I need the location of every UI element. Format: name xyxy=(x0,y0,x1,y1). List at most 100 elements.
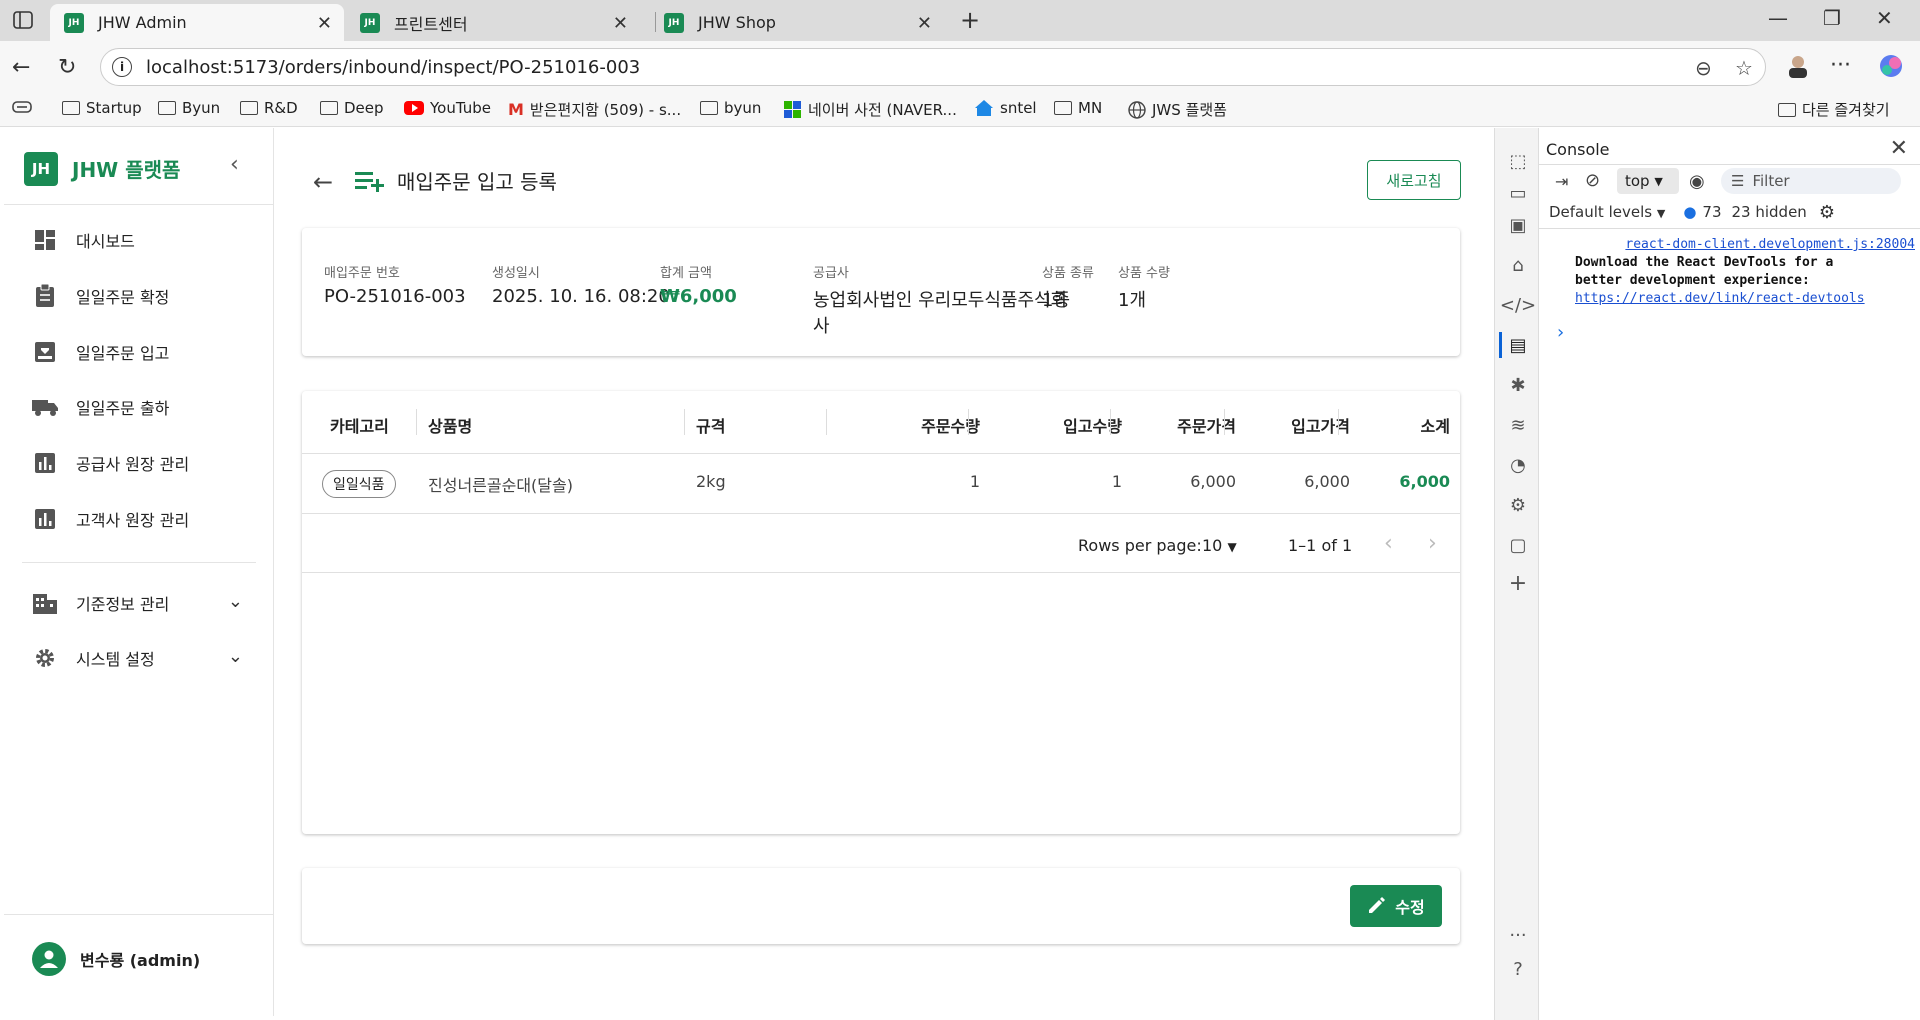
cell-order-qty: 1 xyxy=(969,472,980,491)
browser-tab-jhw-admin[interactable]: JH JHW Admin ✕ xyxy=(50,4,344,41)
supplier-value-line1: 농업회사법인 우리모두식품주식회 xyxy=(813,290,1068,311)
bookmark-jws[interactable]: JWS 플랫폼 xyxy=(1128,99,1227,120)
folder-icon xyxy=(240,101,258,115)
context-select[interactable]: top ▼ xyxy=(1617,168,1679,194)
inspect-element-icon[interactable]: ⬚ xyxy=(1507,150,1529,172)
restore-icon[interactable]: ❐ xyxy=(1823,6,1841,30)
window-icon[interactable]: ▣ xyxy=(1507,214,1529,236)
prev-page-icon[interactable]: ‹ xyxy=(1384,531,1393,556)
bookmark-rnd[interactable]: R&D xyxy=(240,99,298,117)
column-header[interactable]: 규격 xyxy=(696,413,725,437)
zoom-icon[interactable]: ⊖ xyxy=(1695,56,1712,80)
console-tab[interactable]: Console xyxy=(1546,140,1610,159)
close-icon[interactable]: ✕ xyxy=(917,13,932,34)
filter-input[interactable]: ☰ Filter xyxy=(1721,168,1901,194)
memory-chip-icon[interactable]: ⚙ xyxy=(1507,494,1529,516)
sidebar-item-supplier-ledger[interactable]: 공급사 원장 관리 xyxy=(4,441,273,485)
browser-tab-jhw-shop[interactable]: JH JHW Shop ✕ xyxy=(650,4,944,41)
created-label: 생성일시 xyxy=(492,266,540,281)
bookmark-naver-dict[interactable]: 네이버 사전 (NAVER... xyxy=(784,99,957,120)
source-link[interactable]: react-dom-client.development.js:28004 xyxy=(1625,237,1915,252)
total-value: ₩6,000 xyxy=(660,286,737,307)
clear-console-icon[interactable]: ⊘ xyxy=(1585,170,1600,191)
column-header[interactable]: 주문수량 xyxy=(880,413,980,437)
bookmark-deep[interactable]: Deep xyxy=(320,99,384,117)
column-header[interactable]: 카테고리 xyxy=(330,413,389,437)
sidebar-group-master-data[interactable]: 기준정보 관리 ⌄ xyxy=(4,581,273,625)
user-profile[interactable]: 변수룡 (admin) xyxy=(32,942,200,976)
bookmark-byun[interactable]: Byun xyxy=(158,99,220,117)
favorite-star-icon[interactable]: ☆ xyxy=(1735,56,1753,80)
elements-code-icon[interactable]: </> xyxy=(1500,294,1536,316)
levels-dropdown[interactable]: Default levels ▼ xyxy=(1549,203,1665,221)
close-icon[interactable]: ✕ xyxy=(1890,136,1908,161)
bookmark-sntel[interactable]: sntel xyxy=(974,99,1037,117)
next-page-icon[interactable]: › xyxy=(1428,531,1437,556)
back-arrow-icon[interactable]: ← xyxy=(313,168,333,196)
console-prompt-icon[interactable]: › xyxy=(1557,322,1564,343)
sidebar-group-system-settings[interactable]: 시스템 설정 ⌄ xyxy=(4,636,273,680)
site-info-icon[interactable]: i xyxy=(112,57,132,77)
rows-per-page-label: Rows per page: xyxy=(1078,536,1202,555)
bookmark-byun-lower[interactable]: byun xyxy=(700,99,761,117)
collapse-sidebar-icon[interactable]: ‹ xyxy=(230,152,239,177)
window-close-icon[interactable]: ✕ xyxy=(1876,6,1893,30)
back-arrow-icon[interactable]: ← xyxy=(12,55,30,80)
add-tool-icon[interactable]: + xyxy=(1507,571,1529,596)
gmail-icon: M xyxy=(508,100,524,119)
eye-icon[interactable]: ◉ xyxy=(1689,171,1705,192)
column-header[interactable]: 주문가격 xyxy=(1136,413,1236,437)
user-name: 변수룡 (admin) xyxy=(80,951,201,970)
close-icon[interactable]: ✕ xyxy=(613,13,628,34)
sidebar-item-customer-ledger[interactable]: 고객사 원장 관리 xyxy=(4,497,273,541)
gear-icon[interactable]: ⚙ xyxy=(1819,202,1835,223)
column-separator xyxy=(1110,409,1111,435)
sidebar-item-daily-inbound[interactable]: 일일주문 입고 xyxy=(4,330,273,374)
column-header[interactable]: 상품명 xyxy=(428,413,472,437)
more-tools-icon[interactable]: ··· xyxy=(1507,924,1529,946)
bookmark-mn[interactable]: MN xyxy=(1054,99,1102,117)
rows-per-page-select[interactable]: 10 ▼ xyxy=(1202,536,1237,555)
other-bookmarks[interactable]: 다른 즐겨찾기 xyxy=(1778,99,1890,120)
cell-subtotal: 6,000 xyxy=(1399,472,1450,491)
copilot-icon[interactable] xyxy=(1878,53,1904,79)
devtools-link[interactable]: https://react.dev/link/react-devtools xyxy=(1575,291,1865,306)
folder-icon xyxy=(1054,101,1072,115)
sidebar-item-daily-confirm[interactable]: 일일주문 확정 xyxy=(4,274,273,318)
tab-actions-icon[interactable] xyxy=(12,10,36,32)
edit-button[interactable]: 수정 xyxy=(1350,885,1442,927)
profile-avatar-icon[interactable] xyxy=(1786,53,1810,79)
reload-icon[interactable]: ↻ xyxy=(58,55,76,80)
column-header[interactable]: 입고수량 xyxy=(1022,413,1122,437)
browser-tab-print-center[interactable]: JH 프린트센터 ✕ xyxy=(346,4,640,41)
new-tab-icon[interactable]: + xyxy=(960,6,980,34)
help-icon[interactable]: ? xyxy=(1507,958,1529,980)
more-menu-icon[interactable]: ··· xyxy=(1830,53,1851,78)
sources-bug-icon[interactable]: ✱ xyxy=(1507,374,1529,396)
console-icon[interactable]: ▤ xyxy=(1507,334,1529,356)
bookmark-label: sntel xyxy=(1000,99,1037,117)
sidebar-toggle-icon[interactable]: ⇥ xyxy=(1555,172,1568,191)
column-header[interactable]: 입고가격 xyxy=(1250,413,1350,437)
refresh-button[interactable]: 새로고침 xyxy=(1367,160,1461,200)
tab-title: JHW Admin xyxy=(98,13,187,32)
reading-list-icon[interactable] xyxy=(12,99,32,115)
sidebar-item-daily-shipping[interactable]: 일일주문 출하 xyxy=(4,385,273,429)
close-icon[interactable]: ✕ xyxy=(317,13,332,34)
bookmark-startup[interactable]: Startup xyxy=(62,99,142,117)
sidebar-item-dashboard[interactable]: 대시보드 xyxy=(4,218,273,262)
bookmark-gmail[interactable]: M 받은편지함 (509) - s... xyxy=(508,99,681,120)
performance-icon[interactable]: ◔ xyxy=(1507,454,1529,476)
url-text[interactable]: localhost:5173/orders/inbound/inspect/PO… xyxy=(146,57,640,78)
bookmark-label: YouTube xyxy=(430,99,491,117)
welcome-home-icon[interactable]: ⌂ xyxy=(1507,254,1529,276)
minimize-icon[interactable]: — xyxy=(1768,6,1788,30)
column-header[interactable]: 소계 xyxy=(1350,413,1450,437)
device-emulation-icon[interactable]: ▭ xyxy=(1507,182,1529,204)
bookmark-youtube[interactable]: YouTube xyxy=(404,99,491,117)
issues-count[interactable]: 73 xyxy=(1702,203,1721,221)
network-wifi-icon[interactable]: ≋ xyxy=(1507,414,1529,436)
address-bar[interactable]: i localhost:5173/orders/inbound/inspect/… xyxy=(100,48,1766,86)
application-icon[interactable]: ▢ xyxy=(1507,534,1529,556)
chevron-down-icon: ⌄ xyxy=(227,591,243,612)
